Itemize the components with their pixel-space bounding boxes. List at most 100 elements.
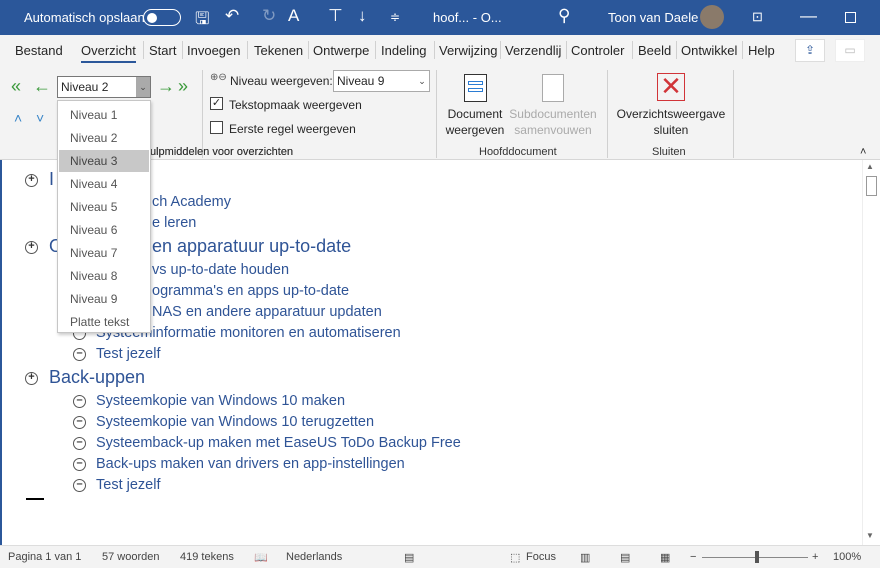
close-outline-view-button[interactable]: Overzichtsweergave sluiten	[612, 106, 730, 138]
focus-button[interactable]: Focus	[526, 551, 556, 563]
read-mode-icon[interactable]: ▥	[580, 551, 590, 564]
outline-item: Test jezelf	[96, 346, 161, 362]
dropdown-item-platte-tekst[interactable]: Platte tekst	[59, 311, 149, 333]
font-size-icon[interactable]: A	[288, 6, 299, 26]
show-level-select[interactable]: Niveau 9 ⌄	[333, 70, 430, 92]
web-layout-icon[interactable]: ▦	[660, 551, 670, 564]
share-icon: ⇪	[804, 43, 816, 57]
dropdown-item-niveau-7[interactable]: Niveau 7	[59, 242, 149, 264]
comments-button[interactable]: ▭	[835, 39, 865, 62]
redo-icon[interactable]: ↻	[262, 6, 276, 26]
group-label-close: Sluiten	[652, 146, 686, 158]
expand-icon[interactable]: +	[25, 372, 38, 385]
share-button[interactable]: ⇪	[795, 39, 825, 62]
close-icon[interactable]: ✕	[657, 73, 685, 101]
group-label-outline-tools-visible-part: ulpmiddelen voor overzichten	[150, 146, 294, 158]
show-document-icon[interactable]	[464, 74, 487, 102]
outline-item: vs up-to-date houden	[152, 262, 290, 278]
chevron-down-icon[interactable]: ⌄	[415, 71, 429, 91]
collapse-icon[interactable]: –	[73, 437, 86, 450]
word-count[interactable]: 57 woorden	[102, 551, 160, 563]
scroll-up-icon[interactable]: ▲	[866, 162, 874, 171]
demote-icon[interactable]: →	[157, 76, 175, 97]
outline-item: ogramma's en apps up-to-date	[152, 283, 350, 299]
zoom-level[interactable]: 100%	[833, 551, 861, 563]
outline-level-value: Niveau 2	[61, 80, 109, 94]
tab-verzendlijsten[interactable]: Verzendlij	[505, 43, 561, 58]
page-count[interactable]: Pagina 1 van 1	[8, 551, 81, 563]
minimize-icon[interactable]: —	[800, 6, 817, 26]
collapse-icon[interactable]: –	[73, 479, 86, 492]
proofing-icon[interactable]: 📖	[254, 551, 268, 564]
tab-tekenen[interactable]: Tekenen	[254, 43, 303, 58]
tab-indeling[interactable]: Indeling	[381, 43, 427, 58]
zoom-in-icon[interactable]: +	[812, 551, 818, 563]
tab-controleren[interactable]: Controler	[571, 43, 624, 58]
show-document-button[interactable]: Document weergeven	[440, 106, 510, 138]
dropdown-item-niveau-5[interactable]: Niveau 5	[59, 196, 149, 218]
collapse-icon[interactable]: –	[73, 348, 86, 361]
down-arrow-icon[interactable]: ↓	[358, 6, 367, 26]
autosave-toggle[interactable]	[143, 9, 181, 26]
customize-toolbar-icon[interactable]: ≑	[390, 10, 400, 24]
save-icon[interactable]: 🖫	[195, 6, 209, 35]
scroll-down-icon[interactable]: ▼	[866, 531, 874, 540]
tab-ontwerpen[interactable]: Ontwerpe	[313, 43, 369, 58]
search-icon[interactable]: ⚲	[558, 6, 570, 26]
show-formatting-label: Tekstopmaak weergeven	[229, 98, 362, 112]
dropdown-item-niveau-2[interactable]: Niveau 2	[59, 127, 149, 149]
dropdown-item-niveau-6[interactable]: Niveau 6	[59, 219, 149, 241]
first-line-only-label: Eerste regel weergeven	[229, 122, 356, 136]
tab-help[interactable]: Help	[748, 43, 775, 58]
zoom-out-icon[interactable]: −	[690, 551, 696, 563]
tab-ontwikkelaars[interactable]: Ontwikkel	[681, 43, 737, 58]
undo-icon[interactable]: ↶	[225, 6, 239, 26]
tab-beeld[interactable]: Beeld	[638, 43, 671, 58]
dropdown-item-niveau-8[interactable]: Niveau 8	[59, 265, 149, 287]
promote-to-heading1-icon[interactable]: «	[11, 76, 21, 97]
outline-level-select[interactable]: Niveau 2 ⌄	[57, 76, 151, 98]
vertical-scrollbar[interactable]: ▲ ▼	[862, 160, 880, 545]
tab-overzicht[interactable]: Overzicht	[81, 43, 136, 63]
promote-icon[interactable]: ←	[33, 76, 51, 97]
chevron-down-icon[interactable]: ⌄	[136, 77, 150, 97]
avatar[interactable]	[700, 5, 724, 29]
collapse-ribbon-icon[interactable]: ˄	[860, 146, 866, 158]
tab-verwijzingen[interactable]: Verwijzing	[439, 43, 498, 58]
maximize-icon[interactable]	[845, 12, 856, 23]
dropdown-item-niveau-9[interactable]: Niveau 9	[59, 288, 149, 310]
heading-1: I	[49, 169, 55, 189]
outline-item: Test jezelf	[96, 477, 161, 493]
scroll-thumb[interactable]	[866, 176, 877, 196]
show-formatting-checkbox[interactable]: ✓	[210, 97, 223, 110]
char-count[interactable]: 419 tekens	[180, 551, 234, 563]
print-layout-icon[interactable]: ▤	[620, 551, 630, 564]
zoom-slider-thumb[interactable]	[755, 551, 759, 563]
collapse-icon[interactable]: –	[73, 416, 86, 429]
expand-icon[interactable]: +	[25, 174, 38, 187]
first-line-only-checkbox[interactable]	[210, 121, 223, 134]
collapse-subdocuments-icon	[542, 74, 564, 102]
ribbon-display-options-icon[interactable]: ⊡	[752, 9, 763, 25]
language[interactable]: Nederlands	[286, 551, 342, 563]
accessibility-icon[interactable]: ▤	[404, 551, 414, 564]
dropdown-item-niveau-1[interactable]: Niveau 1	[59, 104, 149, 126]
tab-invoegen[interactable]: Invoegen	[187, 43, 241, 58]
document-title: hoof... - O...	[433, 10, 502, 25]
present-icon[interactable]: ⊤	[328, 6, 343, 26]
heading-2-rest: en apparatuur up-to-date	[152, 236, 352, 256]
dropdown-item-niveau-3[interactable]: Niveau 3	[59, 150, 149, 172]
focus-icon[interactable]: ⬚	[510, 551, 520, 564]
collapse-icon[interactable]: –	[73, 458, 86, 471]
tab-start[interactable]: Start	[149, 43, 176, 58]
outline-item: Back-ups maken van drivers en app-instel…	[96, 456, 405, 472]
demote-to-body-icon[interactable]: »	[178, 76, 188, 97]
tab-bestand[interactable]: Bestand	[15, 43, 63, 58]
move-down-icon[interactable]: ˅	[36, 110, 44, 126]
outline-item: Systeemkopie van Windows 10 maken	[96, 393, 346, 409]
show-level-icon: ⊕⊖	[210, 72, 227, 83]
expand-icon[interactable]: +	[25, 241, 38, 254]
collapse-icon[interactable]: –	[73, 395, 86, 408]
dropdown-item-niveau-4[interactable]: Niveau 4	[59, 173, 149, 195]
move-up-icon[interactable]: ˄	[14, 110, 22, 126]
